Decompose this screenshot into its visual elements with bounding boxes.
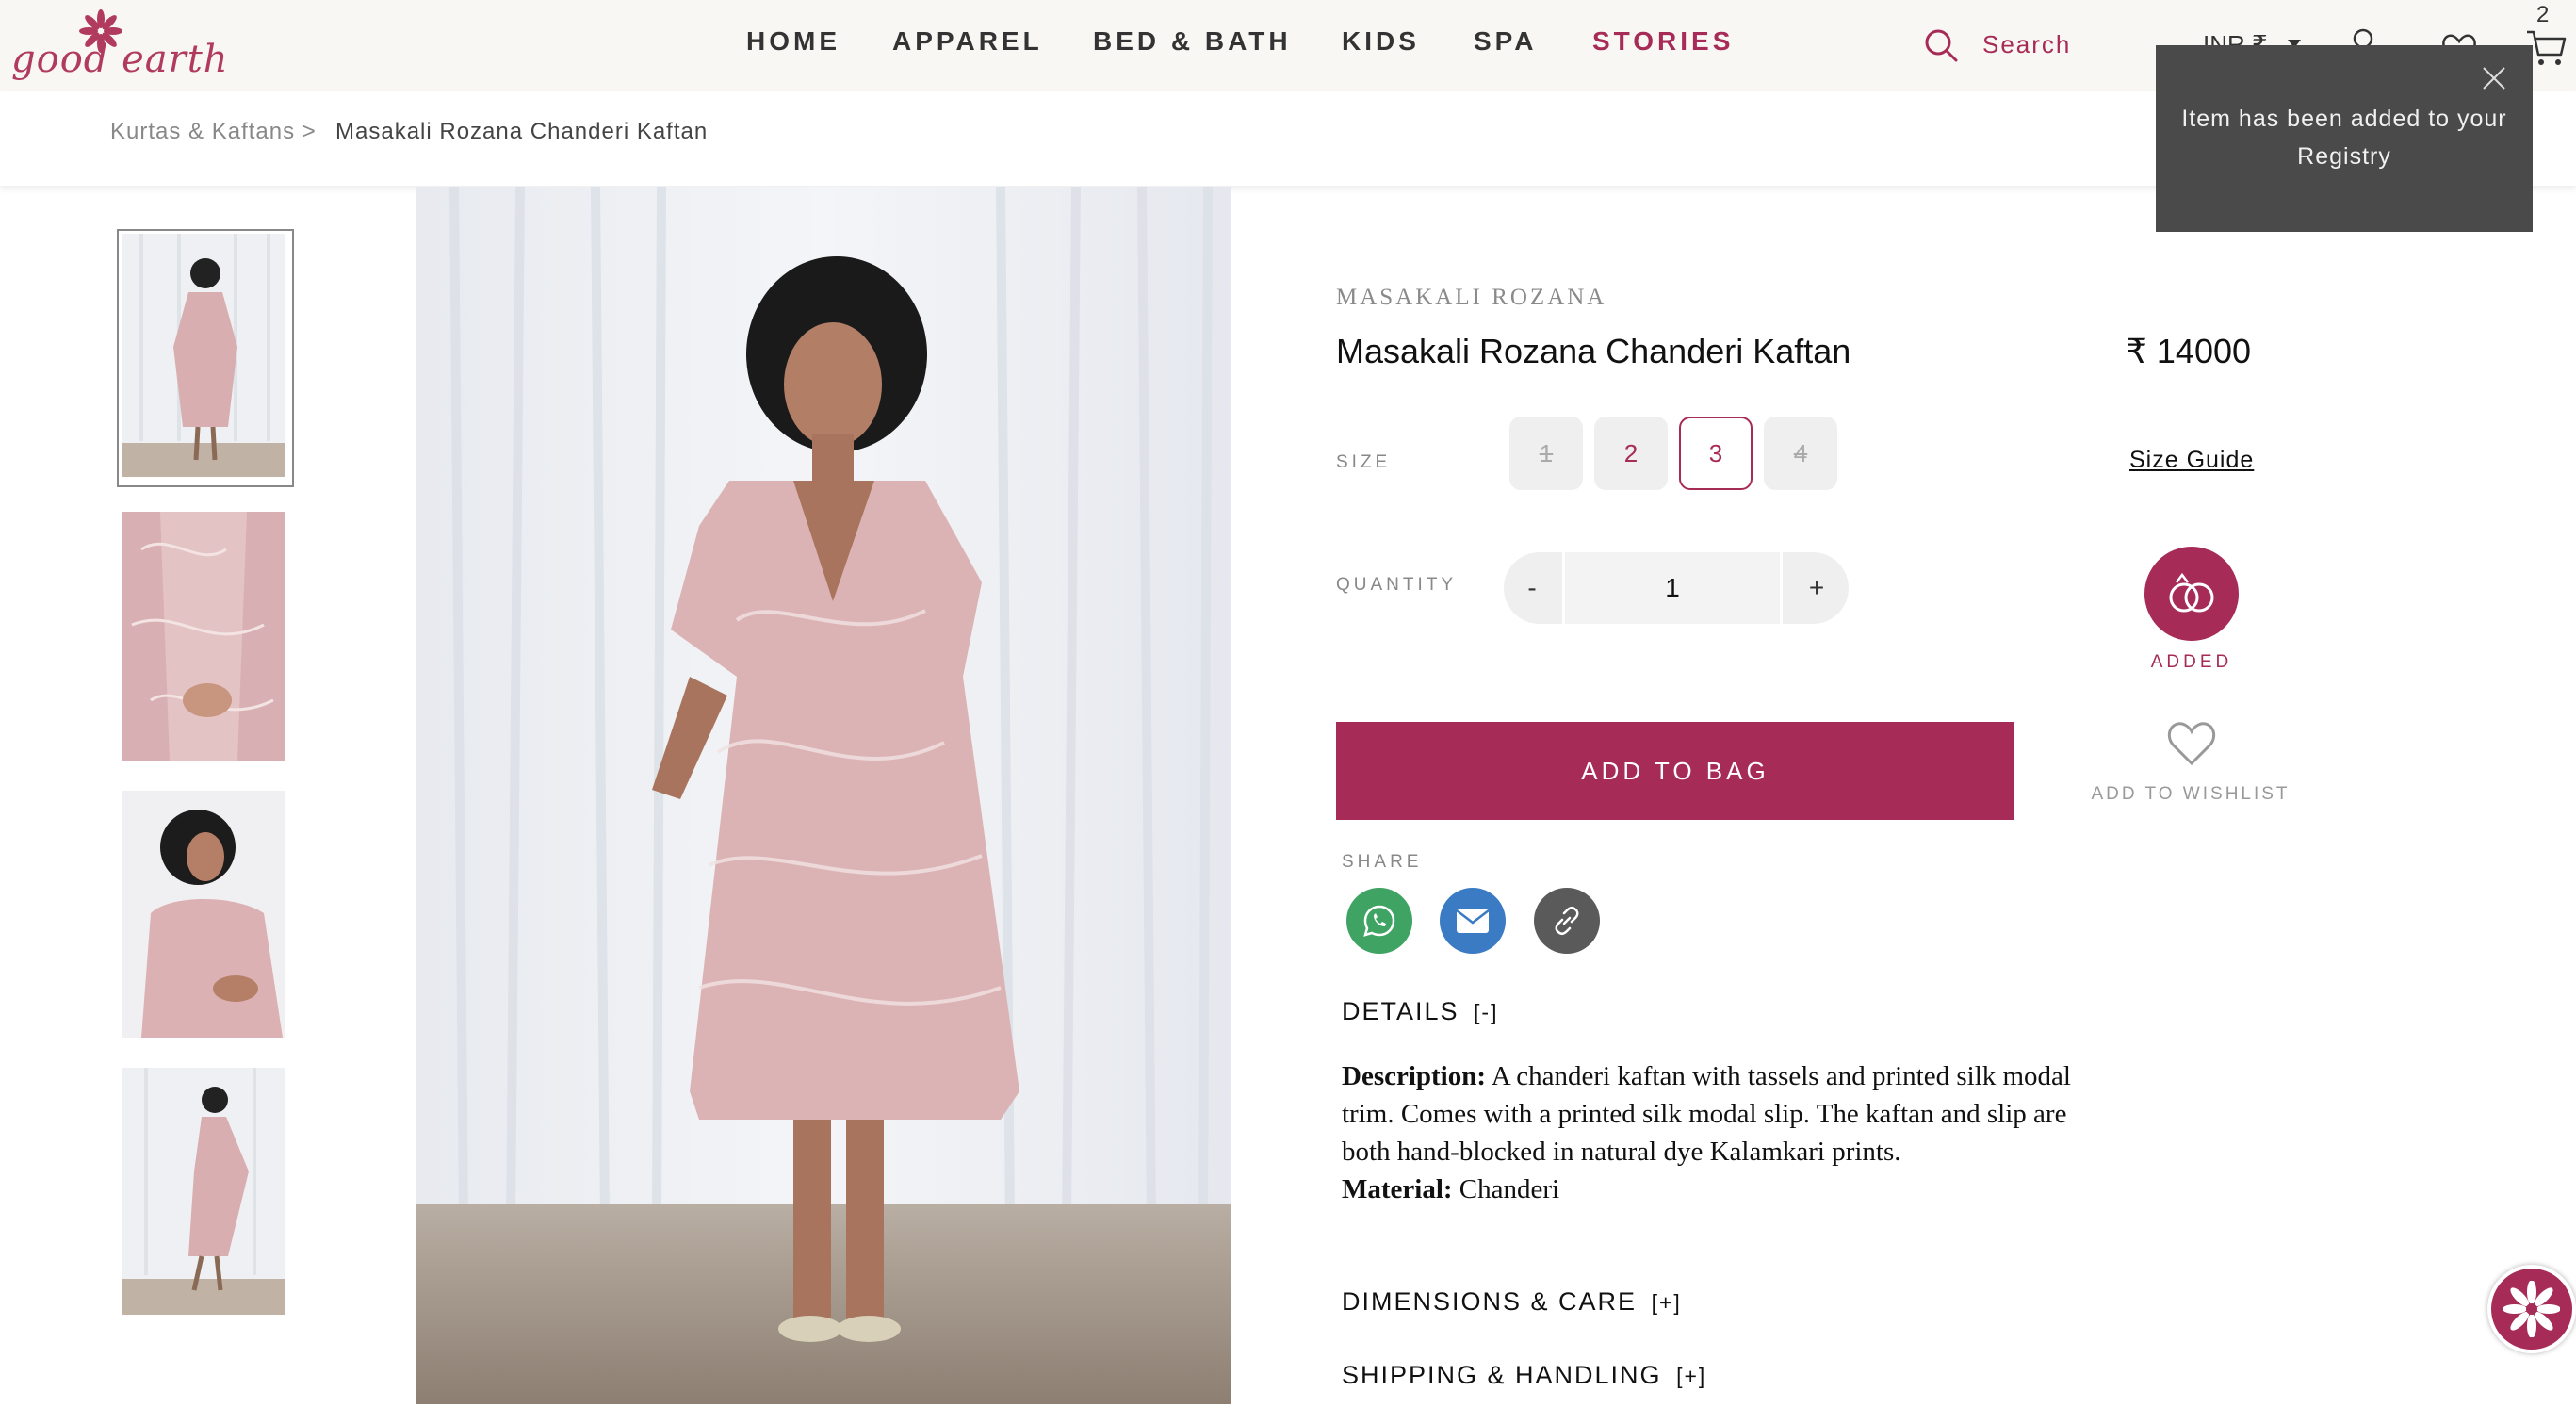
cart-count-badge: 2 — [2536, 2, 2550, 27]
quantity-input[interactable] — [1562, 552, 1783, 624]
size-option-1[interactable]: 1 — [1509, 417, 1583, 490]
whatsapp-icon — [1363, 905, 1395, 937]
dimensions-toggle-indicator: [+] — [1651, 1290, 1682, 1315]
email-icon — [1456, 909, 1490, 933]
nav-apparel[interactable]: APPAREL — [892, 26, 1043, 64]
description-label: Description: — [1342, 1061, 1487, 1091]
material-label: Material: — [1342, 1174, 1453, 1204]
logo-text: good earth — [11, 38, 229, 81]
product-thumbnail-4[interactable] — [122, 1068, 285, 1315]
shipping-handling-toggle[interactable]: SHIPPING & HANDLING [+] — [1342, 1361, 1706, 1390]
nav-spa[interactable]: SPA — [1474, 26, 1538, 64]
registry-rings-icon — [2169, 572, 2214, 613]
size-option-3[interactable]: 3 — [1679, 417, 1753, 490]
help-chat-button[interactable] — [2487, 1265, 2576, 1353]
material-text: Chanderi — [1459, 1174, 1560, 1204]
breadcrumb-parent-link[interactable]: Kurtas & Kaftans > — [110, 119, 317, 145]
nav-home[interactable]: HOME — [746, 26, 840, 64]
product-thumbnail-3[interactable] — [122, 791, 285, 1038]
product-thumbnail-2[interactable] — [122, 512, 285, 761]
close-icon[interactable] — [2482, 66, 2506, 90]
add-to-bag-button[interactable]: ADD TO BAG — [1336, 722, 2014, 820]
product-price: ₹ 14000 — [2126, 332, 2252, 370]
product-brand: MASAKALI ROZANA — [1336, 285, 1607, 310]
search-label[interactable]: Search — [1982, 30, 2071, 59]
add-to-wishlist-label[interactable]: ADD TO WISHLIST — [2082, 784, 2299, 805]
search-icon[interactable] — [1922, 26, 1960, 64]
quantity-label: QUANTITY — [1336, 575, 1458, 595]
shipping-handling-heading: SHIPPING & HANDLING — [1342, 1361, 1662, 1389]
share-whatsapp-button[interactable] — [1346, 888, 1412, 954]
dimensions-care-toggle[interactable]: DIMENSIONS & CARE [+] — [1342, 1287, 1682, 1317]
nav-bed-bath[interactable]: BED & BATH — [1093, 26, 1292, 64]
product-thumbnail-1[interactable] — [122, 234, 285, 477]
nav-kids[interactable]: KIDS — [1342, 26, 1420, 64]
details-heading: DETAILS — [1342, 997, 1459, 1025]
help-flower-icon — [2503, 1281, 2560, 1337]
details-toggle[interactable]: DETAILS [-] — [1342, 997, 1499, 1026]
toast-message: Item has been added to your Registry — [2181, 106, 2507, 170]
shipping-toggle-indicator: [+] — [1676, 1364, 1707, 1388]
dimensions-care-heading: DIMENSIONS & CARE — [1342, 1287, 1638, 1316]
registry-added-label: ADDED — [2150, 652, 2233, 672]
share-label: SHARE — [1342, 852, 1423, 872]
size-option-4[interactable]: 4 — [1764, 417, 1837, 490]
quantity-decrease-button[interactable]: - — [1506, 554, 1558, 622]
nav-stories[interactable]: STORIES — [1592, 26, 1734, 64]
details-toggle-indicator: [-] — [1474, 1000, 1499, 1024]
size-label: SIZE — [1336, 452, 1392, 472]
link-icon — [1555, 906, 1579, 936]
share-copy-link-button[interactable] — [1534, 888, 1600, 954]
product-title: Masakali Rozana Chanderi Kaftan — [1336, 332, 1851, 370]
wishlist-heart-icon[interactable] — [2165, 718, 2218, 767]
size-guide-link[interactable]: Size Guide — [2129, 447, 2254, 474]
good-earth-logo[interactable]: good earth — [11, 9, 228, 89]
share-email-button[interactable] — [1440, 888, 1506, 954]
quantity-increase-button[interactable]: + — [1790, 554, 1843, 622]
size-option-2[interactable]: 2 — [1594, 417, 1668, 490]
breadcrumb-current: Masakali Rozana Chanderi Kaftan — [335, 119, 709, 144]
product-main-image[interactable] — [416, 187, 1231, 1404]
registry-button[interactable] — [2144, 547, 2239, 641]
product-description: Description: A chanderi kaftan with tass… — [1342, 1057, 2114, 1208]
